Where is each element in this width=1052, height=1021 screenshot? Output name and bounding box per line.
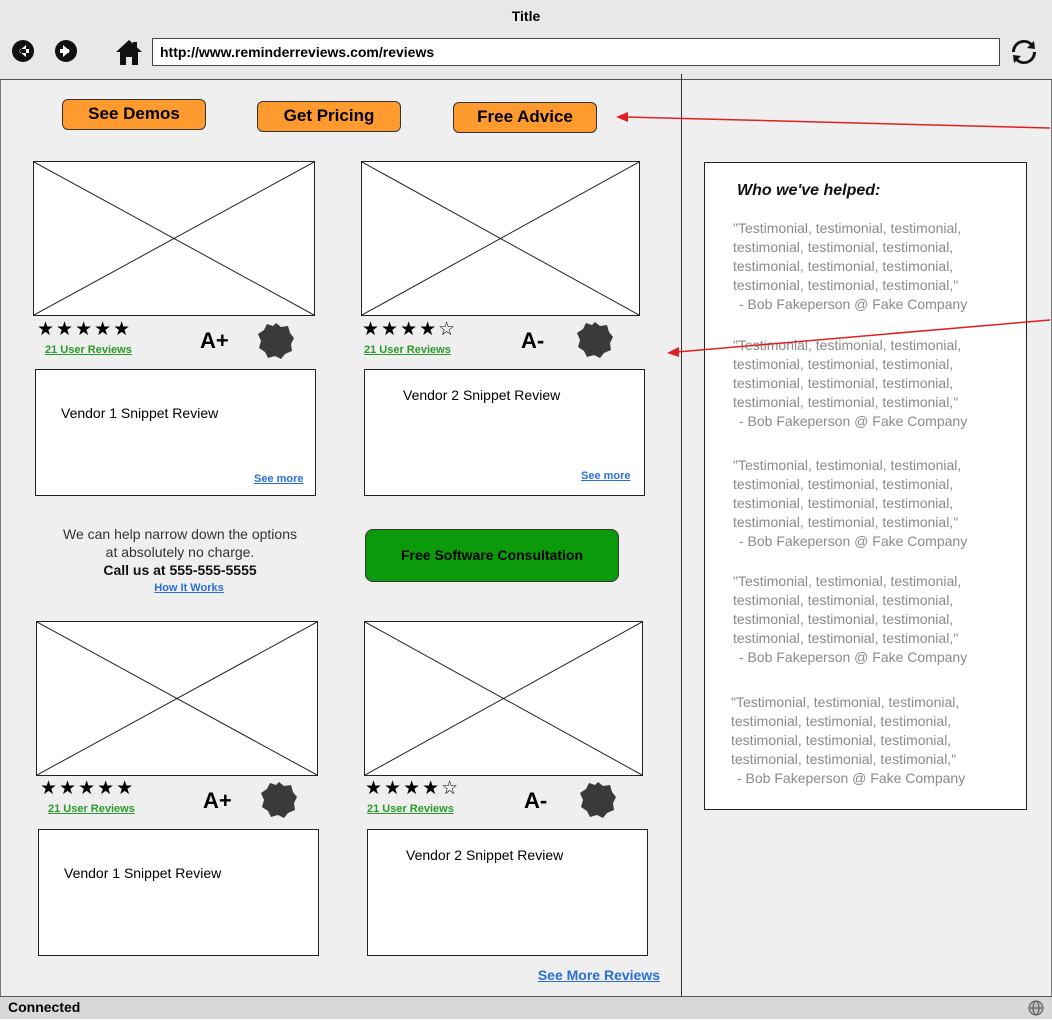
- badge-icon: [576, 321, 614, 359]
- testimonial: "Testimonial, testimonial, testimonial, …: [733, 456, 1018, 551]
- snippet-review-text: Vendor 1 Snippet Review: [64, 865, 222, 881]
- status-text: Connected: [8, 999, 81, 1015]
- snippet-review-box: Vendor 1 Snippet Review: [38, 829, 319, 956]
- home-icon[interactable]: [115, 38, 143, 66]
- help-text: We can help narrow down the options at a…: [40, 525, 320, 579]
- testimonial-quote: "Testimonial, testimonial, testimonial, …: [733, 573, 962, 646]
- snippet-review-text: Vendor 2 Snippet Review: [403, 387, 561, 403]
- testimonials-heading: Who we've helped:: [737, 182, 881, 199]
- user-reviews-link[interactable]: 21 User Reviews: [367, 803, 454, 815]
- user-reviews-link[interactable]: 21 User Reviews: [364, 344, 451, 356]
- snippet-review-box: Vendor 2 Snippet Review: [367, 829, 648, 956]
- user-reviews-link[interactable]: 21 User Reviews: [45, 344, 132, 356]
- badge-icon: [257, 322, 295, 360]
- testimonial-quote: "Testimonial, testimonial, testimonial, …: [733, 457, 962, 530]
- how-it-works-link[interactable]: How It Works: [40, 582, 338, 594]
- globe-icon: [1028, 1000, 1044, 1016]
- testimonial-quote: "Testimonial, testimonial, testimonial, …: [731, 694, 960, 767]
- testimonial-author: - Bob Fakeperson @ Fake Company: [739, 533, 968, 549]
- help-phone: Call us at 555-555-5555: [103, 562, 257, 578]
- back-arrow-icon[interactable]: [12, 40, 34, 62]
- testimonial: "Testimonial, testimonial, testimonial, …: [733, 572, 1018, 667]
- see-more-link[interactable]: See more: [581, 470, 631, 482]
- testimonials-panel: Who we've helped: "Testimonial, testimon…: [704, 162, 1027, 810]
- refresh-icon[interactable]: [1010, 38, 1038, 66]
- star-rating: ★★★★☆: [362, 319, 458, 340]
- window-title: Title: [511, 8, 541, 24]
- testimonial: "Testimonial, testimonial, testimonial, …: [733, 336, 1018, 431]
- testimonial-quote: "Testimonial, testimonial, testimonial, …: [733, 220, 962, 293]
- vendor-image-placeholder: [364, 621, 643, 776]
- help-line-1: We can help narrow down the options: [63, 526, 297, 542]
- star-rating: ★★★★☆: [365, 778, 461, 799]
- vendor-grade: A+: [203, 788, 232, 813]
- testimonial: "Testimonial, testimonial, testimonial, …: [733, 219, 1018, 314]
- url-input[interactable]: http://www.reminderreviews.com/reviews: [152, 38, 1000, 66]
- see-more-link[interactable]: See more: [254, 473, 304, 485]
- vendor-image-placeholder: [33, 161, 315, 316]
- star-rating: ★★★★★: [37, 319, 133, 340]
- status-bar: [0, 996, 1052, 1019]
- testimonial: "Testimonial, testimonial, testimonial, …: [731, 693, 1016, 788]
- get-pricing-button[interactable]: Get Pricing: [257, 101, 401, 132]
- free-advice-button[interactable]: Free Advice: [453, 102, 597, 133]
- vendor-grade: A+: [200, 328, 229, 353]
- testimonial-author: - Bob Fakeperson @ Fake Company: [739, 296, 968, 312]
- testimonial-author: - Bob Fakeperson @ Fake Company: [737, 770, 966, 786]
- testimonial-quote: "Testimonial, testimonial, testimonial, …: [733, 337, 962, 410]
- badge-icon: [260, 781, 298, 819]
- badge-icon: [579, 781, 617, 819]
- star-rating: ★★★★★: [40, 778, 136, 799]
- snippet-review-text: Vendor 2 Snippet Review: [406, 847, 564, 863]
- column-divider: [681, 74, 682, 996]
- vendor-image-placeholder: [36, 621, 318, 776]
- vendor-grade: A-: [521, 328, 545, 353]
- snippet-review-box: Vendor 2 Snippet Review See more: [364, 369, 645, 496]
- user-reviews-link[interactable]: 21 User Reviews: [48, 803, 135, 815]
- forward-arrow-icon[interactable]: [55, 40, 77, 62]
- snippet-review-text: Vendor 1 Snippet Review: [61, 405, 219, 421]
- vendor-grade: A-: [524, 788, 548, 813]
- free-consultation-button[interactable]: Free Software Consultation: [365, 529, 619, 582]
- testimonial-author: - Bob Fakeperson @ Fake Company: [739, 649, 968, 665]
- see-demos-button[interactable]: See Demos: [62, 99, 206, 130]
- testimonial-author: - Bob Fakeperson @ Fake Company: [739, 413, 968, 429]
- see-more-reviews-link[interactable]: See More Reviews: [500, 967, 660, 983]
- help-line-2: at absolutely no charge.: [105, 544, 255, 560]
- vendor-image-placeholder: [361, 161, 640, 316]
- snippet-review-box: Vendor 1 Snippet Review See more: [35, 369, 316, 496]
